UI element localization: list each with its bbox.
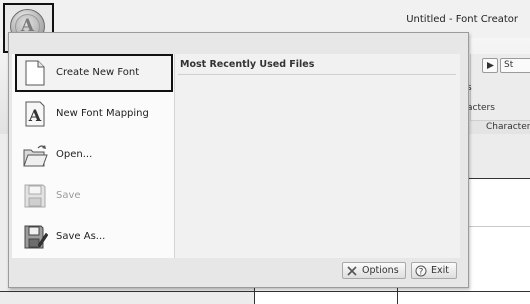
menu-item-label: Open... [56,149,93,160]
recent-files-divider [178,74,456,75]
save-as-icon [24,225,48,249]
recent-files-title: Most Recently Used Files [180,59,315,70]
menu-item-label: New Font Mapping [56,108,149,119]
play-button[interactable] [482,58,498,73]
new-document-icon [25,60,45,86]
options-label: Options [362,265,399,276]
exit-label: Exit [431,265,449,276]
ribbon-group-label: Character [486,122,530,132]
menu-item-label: Create New Font [56,67,140,78]
exit-icon: ? [415,265,427,277]
ribbon-label-fragment: acters [467,103,495,113]
options-button[interactable]: Options [342,262,406,279]
style-button[interactable]: St [500,58,530,73]
recent-files-panel [174,54,460,258]
style-button-label: St [504,60,514,70]
window-title: Untitled - Font Creator [406,14,518,25]
svg-text:A: A [28,106,42,125]
exit-button[interactable]: ? Exit [411,262,457,279]
open-folder-icon [23,145,48,167]
play-icon [487,62,494,69]
grid-line [0,291,530,292]
menu-item-label: Save As... [56,231,106,242]
options-icon [347,266,357,276]
save-icon [24,184,46,208]
svg-text:?: ? [419,268,424,278]
menu-item-label: Save [56,190,81,201]
font-mapping-icon: A [25,101,45,127]
